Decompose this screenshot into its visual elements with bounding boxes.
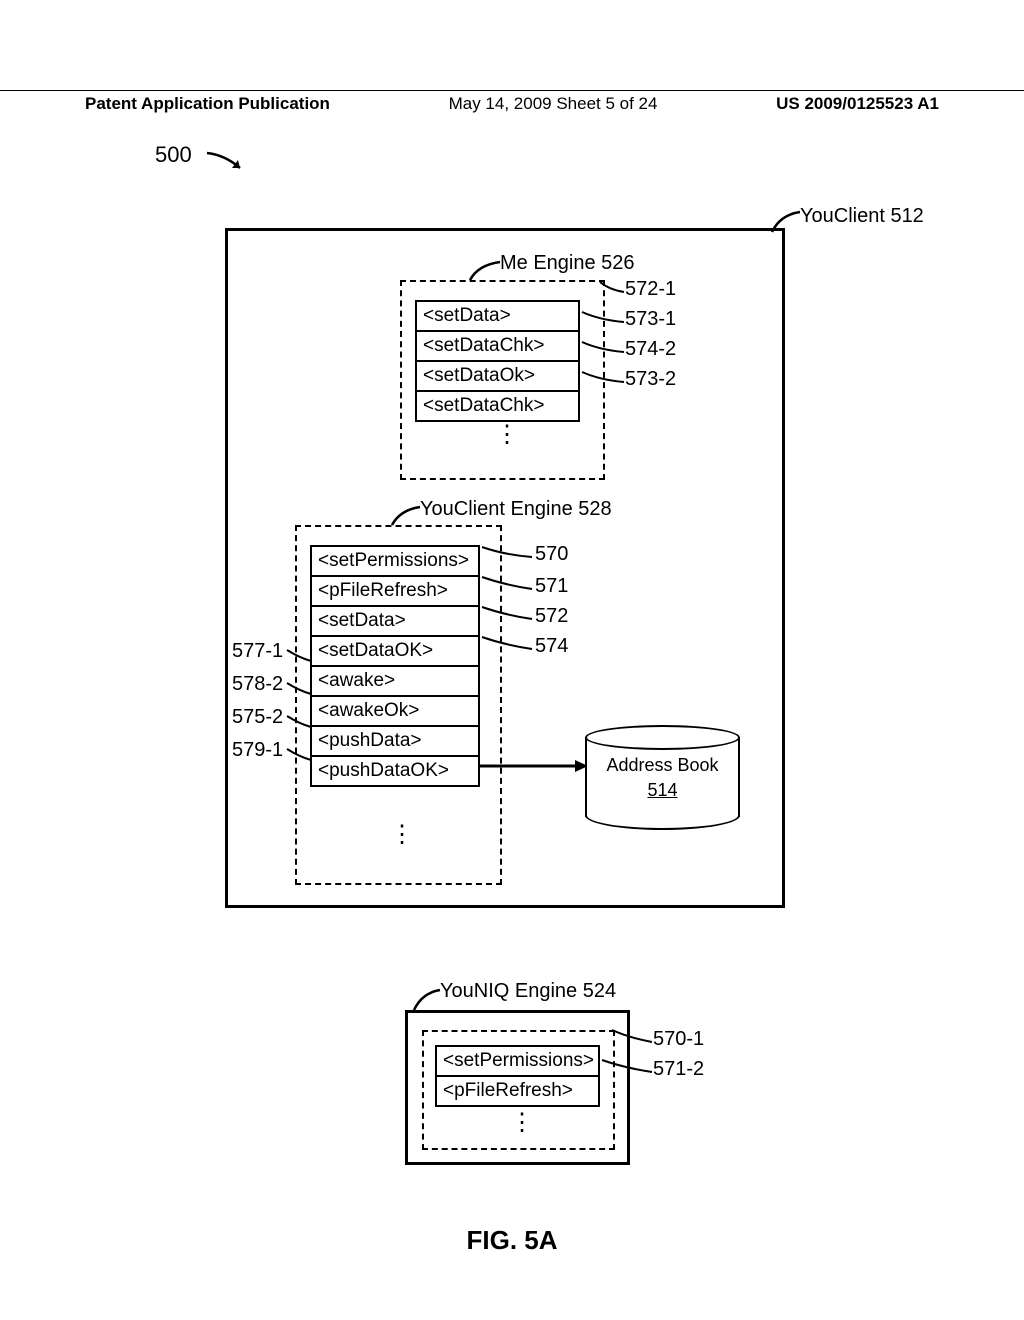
ref-label: 570: [535, 543, 568, 566]
address-book-cylinder: Address Book 514: [585, 725, 740, 820]
ref-label: 572: [535, 605, 568, 628]
yc-engine-row: <setPermissions>: [312, 547, 478, 577]
leader-line-icon: [580, 370, 626, 385]
leader-line-icon: [610, 1028, 653, 1046]
yc-engine-row: <awake>: [312, 667, 478, 697]
address-book-label: Address Book: [585, 755, 740, 776]
address-book-num: 514: [585, 780, 740, 801]
me-engine-row: <setDataChk>: [417, 332, 578, 362]
me-engine-row: <setDataOk>: [417, 362, 578, 392]
ref-label: 571: [535, 575, 568, 598]
header-right: US 2009/0125523 A1: [776, 94, 939, 114]
ref-label: 573-2: [625, 368, 676, 391]
me-engine-stack: <setData> <setDataChk> <setDataOk> <setD…: [415, 300, 580, 422]
patent-header: Patent Application Publication May 14, 2…: [0, 90, 1024, 114]
me-engine-row: <setData>: [417, 302, 578, 332]
arrow-icon: [480, 756, 590, 776]
leader-line-icon: [580, 340, 626, 355]
yc-engine-row: <setDataOK>: [312, 637, 478, 667]
ref-label: 579-1: [232, 739, 283, 762]
me-engine-label: Me Engine 526: [500, 252, 635, 275]
yc-engine-row: <setData>: [312, 607, 478, 637]
ref-label: 570-1: [653, 1028, 704, 1051]
ref-label: 574-2: [625, 338, 676, 361]
header-center: May 14, 2009 Sheet 5 of 24: [449, 94, 658, 114]
leader-line-icon: [390, 505, 423, 527]
ref-label: 574: [535, 635, 568, 658]
ref-label: 575-2: [232, 706, 283, 729]
ref-label: 572-1: [625, 278, 676, 301]
leader-line-icon: [285, 648, 313, 663]
yc-engine-row: <pushDataOK>: [312, 757, 478, 785]
leader-line-icon: [480, 635, 535, 653]
leader-line-icon: [598, 280, 626, 295]
leader-line-icon: [480, 575, 535, 593]
yc-engine-label: YouClient Engine 528: [420, 498, 612, 521]
yc-engine-stack: <setPermissions> <pFileRefresh> <setData…: [310, 545, 480, 787]
yc-engine-row: <pFileRefresh>: [312, 577, 478, 607]
ref-label: 573-1: [625, 308, 676, 331]
youniq-stack: <setPermissions> <pFileRefresh>: [435, 1045, 600, 1107]
ref-label: 577-1: [232, 640, 283, 663]
leader-line-icon: [468, 260, 503, 282]
youniq-row: <setPermissions>: [437, 1047, 598, 1077]
yc-engine-row: <awakeOk>: [312, 697, 478, 727]
header-left: Patent Application Publication: [85, 94, 330, 114]
vertical-dots-icon: ⋮: [510, 1118, 534, 1128]
ref-label: 578-2: [232, 673, 283, 696]
vertical-dots-icon: ⋮: [495, 430, 519, 440]
leader-line-icon: [480, 545, 535, 560]
leader-line-icon: [285, 681, 313, 696]
ref-label: 571-2: [653, 1058, 704, 1081]
ref-500-arrow-icon: [205, 150, 255, 175]
leader-line-icon: [600, 1058, 653, 1076]
youniq-row: <pFileRefresh>: [437, 1077, 598, 1105]
me-engine-row: <setDataChk>: [417, 392, 578, 420]
leader-line-icon: [285, 747, 313, 762]
youniq-label: YouNIQ Engine 524: [440, 980, 616, 1003]
leader-line-icon: [285, 714, 313, 729]
leader-line-icon: [580, 310, 626, 325]
yc-engine-row: <pushData>: [312, 727, 478, 757]
youclient-512-label: YouClient 512: [800, 205, 924, 228]
ref-500: 500: [155, 142, 192, 168]
figure-label: FIG. 5A: [0, 1225, 1024, 1256]
vertical-dots-icon: ⋮: [390, 830, 414, 840]
leader-line-icon: [480, 605, 535, 623]
